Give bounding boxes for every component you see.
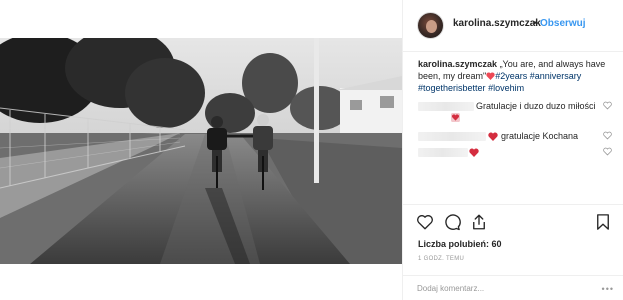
hashtag-lovehim[interactable]: #lovehim [488, 83, 524, 93]
blurred-username [418, 132, 486, 141]
blurred-username [418, 148, 468, 157]
comment-bubble-icon[interactable] [443, 213, 461, 231]
comment-row: Gratulacje i duzo duzo miłości [403, 99, 623, 122]
red-heart-emoji-icon [488, 132, 498, 141]
post-sidebar: karolina.szymczak • Obserwuj karolina.sz… [402, 0, 623, 300]
comment-2-text: gratulacje Kochana [501, 131, 579, 141]
heart-outline-icon[interactable] [416, 213, 434, 231]
blurred-username [418, 102, 474, 111]
post-header: karolina.szymczak • Obserwuj [403, 0, 623, 52]
bookmark-icon[interactable] [594, 213, 612, 231]
comment-like-heart-icon[interactable] [603, 101, 612, 110]
post-photo[interactable] [0, 38, 402, 264]
more-options-icon[interactable]: ••• [602, 284, 614, 294]
hashtag-2years[interactable]: #2years [495, 71, 527, 81]
post-photo-area [0, 0, 402, 300]
avatar-face [426, 20, 437, 33]
avatar[interactable] [417, 12, 444, 39]
hashtag-togetherisbetter[interactable]: #togetherisbetter [418, 83, 486, 93]
comment-like-heart-icon[interactable] [603, 147, 612, 156]
comment-1-text: Gratulacje i duzo duzo miłości [476, 101, 596, 111]
comment-text: Gratulacje i duzo duzo miłości [476, 100, 596, 112]
like-count[interactable]: Liczba polubień: 60 [418, 239, 502, 249]
add-comment-bar: ••• [403, 275, 623, 300]
comment-like-heart-icon[interactable] [603, 131, 612, 140]
caption-username[interactable]: karolina.szymczak [418, 59, 497, 69]
header-username[interactable]: karolina.szymczak [453, 18, 541, 29]
hashtag-anniversary[interactable]: #anniversary [530, 71, 582, 81]
comment-row: gratulacje Kochana [403, 129, 623, 145]
comment-row [403, 145, 623, 161]
red-heart-emoji-icon [469, 148, 479, 157]
follow-button[interactable]: Obserwuj [540, 18, 586, 29]
red-heart-emoji-icon [486, 72, 495, 80]
add-comment-input[interactable] [417, 282, 587, 294]
post-actions: Liczba polubień: 60 1 GODZ. TEMU ••• [403, 204, 623, 300]
heart-emoji-icon [451, 113, 460, 122]
post-caption: karolina.szymczak „You are, and always h… [418, 58, 608, 94]
post-timestamp[interactable]: 1 GODZ. TEMU [418, 256, 464, 262]
header-separator: • [533, 18, 537, 29]
share-icon[interactable] [470, 213, 488, 231]
